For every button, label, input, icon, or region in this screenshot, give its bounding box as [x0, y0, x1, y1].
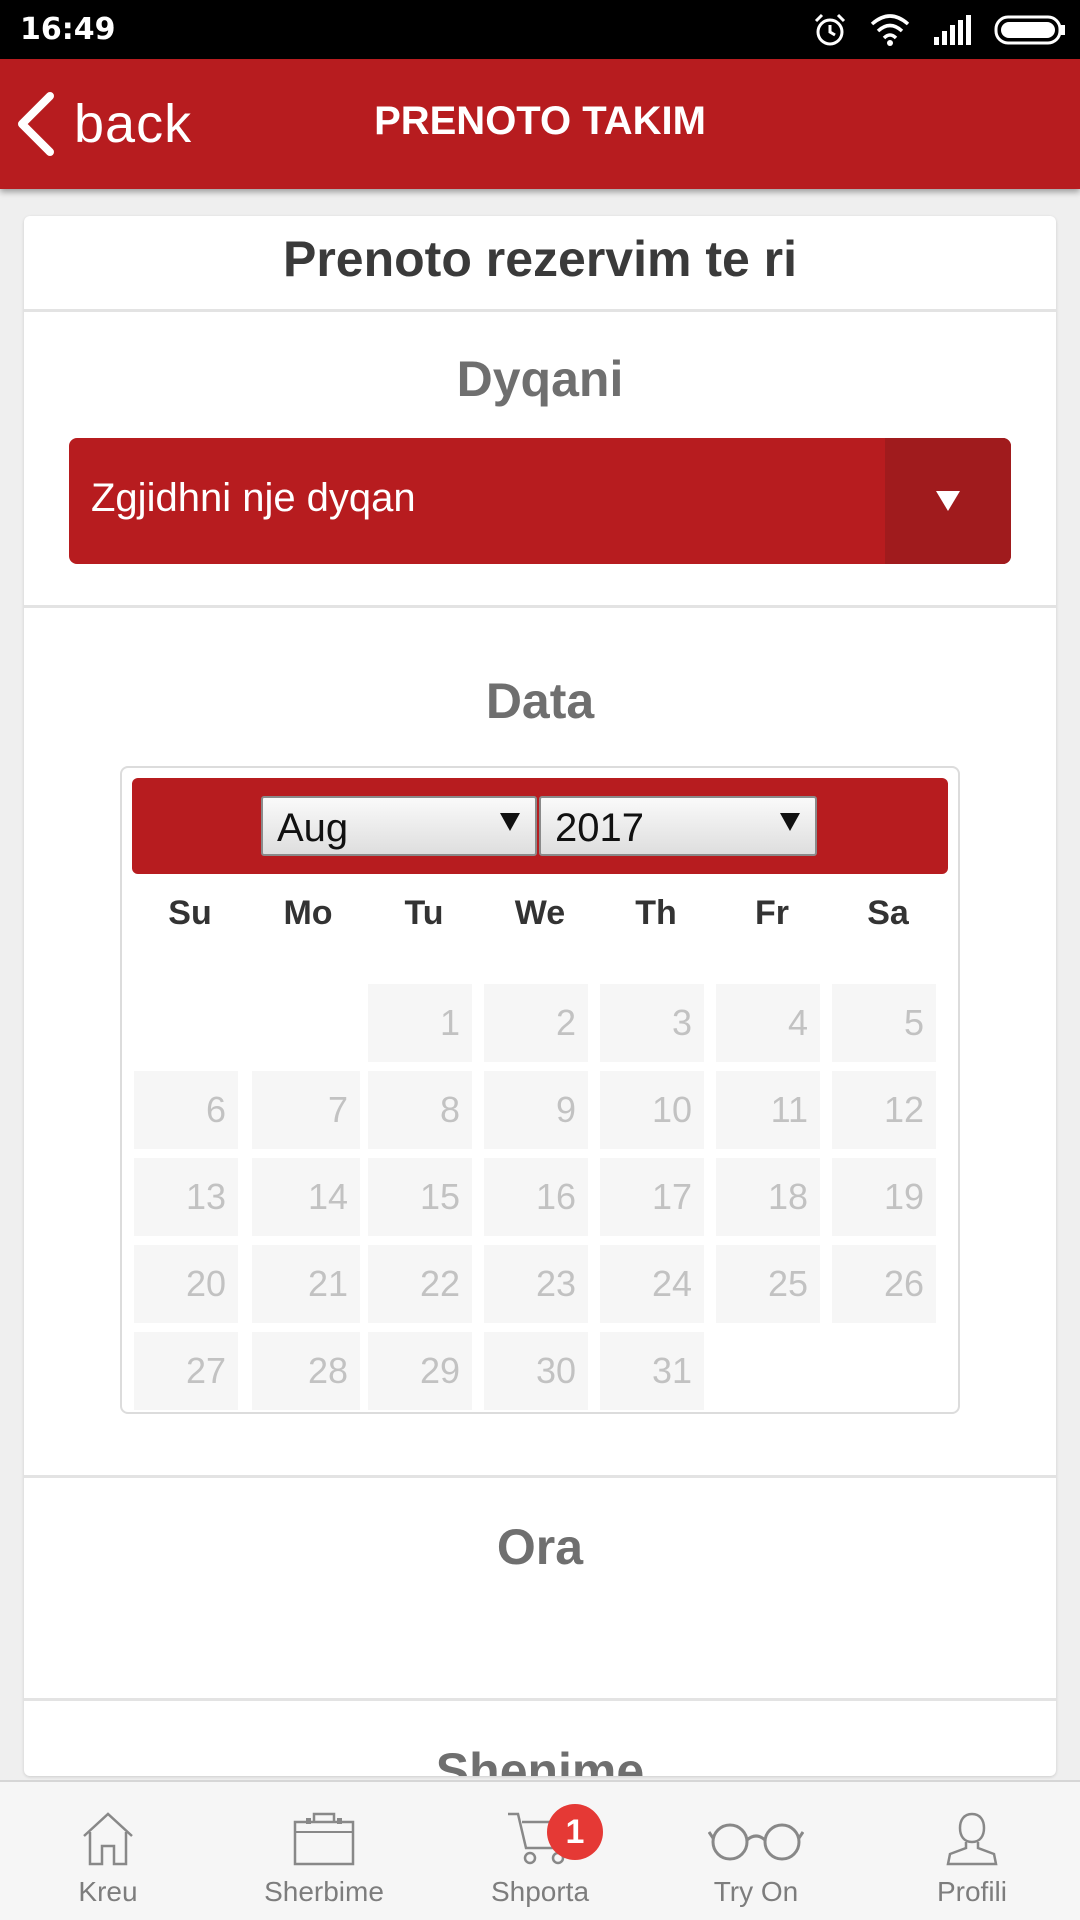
nav-item-kreu[interactable]: Kreu [0, 1782, 216, 1920]
calendar: Aug 2017 Su Mo Tu We Th Fr Sa 1234567891… [120, 766, 960, 1414]
calendar-day[interactable]: 2 [484, 984, 588, 1062]
calendar-day[interactable]: 6 [134, 1071, 238, 1149]
year-select[interactable]: 2017 [539, 796, 817, 856]
calendar-day[interactable]: 19 [832, 1158, 936, 1236]
store-dropdown[interactable]: Zgjidhni nje dyqan [69, 438, 1011, 564]
calendar-day[interactable]: 17 [600, 1158, 704, 1236]
caret-down-icon [780, 813, 800, 831]
calendar-day[interactable]: 28 [252, 1332, 360, 1410]
status-icons [812, 10, 1066, 50]
calendar-day[interactable]: 22 [368, 1245, 472, 1323]
divider [24, 605, 1056, 608]
calendar-day[interactable]: 16 [484, 1158, 588, 1236]
weekday-label: Th [635, 894, 677, 932]
calendar-day[interactable]: 23 [484, 1245, 588, 1323]
battery-icon [994, 15, 1065, 45]
calendar-day[interactable]: 1 [368, 984, 472, 1062]
nav-item-shporta[interactable]: 1 Shporta [432, 1782, 648, 1920]
app-header: back PRENOTO TAKIM [0, 59, 1080, 189]
weekday-label: Tu [404, 894, 444, 932]
nav-label: Try On [713, 1876, 799, 1907]
calendar-day[interactable]: 10 [600, 1071, 704, 1149]
weekday-row: Su Mo Tu We Th Fr Sa [132, 894, 948, 944]
calendar-day[interactable]: 8 [368, 1071, 472, 1149]
nav-item-sherbime[interactable]: Sherbime [216, 1782, 432, 1920]
weekday-label: Mo [283, 894, 333, 932]
calendar-day[interactable]: 24 [600, 1245, 704, 1323]
calendar-header: Aug 2017 [132, 778, 948, 874]
calendar-day[interactable]: 15 [368, 1158, 472, 1236]
nav-label: Kreu [78, 1876, 138, 1907]
calendar-day[interactable]: 12 [832, 1071, 936, 1149]
weekday-label: Sa [867, 894, 909, 932]
status-time: 16:49 [20, 12, 116, 47]
divider [24, 1475, 1056, 1478]
briefcase-icon [293, 1812, 355, 1866]
wifi-icon [870, 14, 910, 46]
calendar-day[interactable]: 4 [716, 984, 820, 1062]
caret-down-icon [500, 813, 520, 831]
user-icon [946, 1812, 998, 1866]
calendar-day[interactable]: 5 [832, 984, 936, 1062]
calendar-day[interactable]: 21 [252, 1245, 360, 1323]
glasses-icon [708, 1823, 804, 1861]
calendar-day[interactable]: 31 [600, 1332, 704, 1410]
weekday-label: Su [168, 894, 212, 932]
status-bar: 16:49 [0, 0, 1080, 59]
nav-label: Shporta [490, 1876, 590, 1907]
month-select[interactable]: Aug [261, 796, 537, 856]
time-section-label: Ora [496, 1519, 584, 1575]
signal-icon [934, 15, 971, 45]
calendar-day[interactable]: 7 [252, 1071, 360, 1149]
month-select-value: Aug [277, 806, 349, 850]
nav-label: Profili [936, 1876, 1007, 1907]
weekday-label: Fr [755, 894, 789, 932]
alarm-icon [814, 13, 846, 46]
divider [24, 1698, 1056, 1701]
weekday-label: We [514, 894, 566, 932]
cart-badge: 1 [547, 1804, 603, 1860]
card-title: Prenoto rezervim te ri [282, 231, 798, 287]
store-dropdown-value: Zgjidhni nje dyqan [91, 476, 416, 520]
nav-item-profili[interactable]: Profili [864, 1782, 1080, 1920]
calendar-day[interactable]: 29 [368, 1332, 472, 1410]
store-section-label: Dyqani [456, 351, 624, 407]
divider [24, 309, 1056, 312]
home-icon [83, 1812, 133, 1866]
year-select-value: 2017 [555, 806, 644, 850]
calendar-day[interactable]: 11 [716, 1071, 820, 1149]
calendar-day[interactable]: 25 [716, 1245, 820, 1323]
calendar-day[interactable]: 14 [252, 1158, 360, 1236]
page-title: PRENOTO TAKIM [374, 99, 706, 143]
date-section-label: Data [485, 673, 595, 729]
calendar-day[interactable]: 30 [484, 1332, 588, 1410]
calendar-day[interactable]: 13 [134, 1158, 238, 1236]
calendar-day[interactable]: 27 [134, 1332, 238, 1410]
store-dropdown-toggle[interactable] [885, 438, 1011, 564]
calendar-day[interactable]: 20 [134, 1245, 238, 1323]
calendar-day[interactable]: 3 [600, 984, 704, 1062]
calendar-day[interactable]: 9 [484, 1071, 588, 1149]
caret-down-icon [936, 491, 960, 511]
booking-card: Prenoto rezervim te ri Dyqani Zgjidhni n… [24, 216, 1056, 1776]
calendar-day[interactable]: 18 [716, 1158, 820, 1236]
notes-section-label: Shenime [435, 1743, 645, 1776]
bottom-nav: Kreu Sherbime 1 Shporta Try On Profili [0, 1780, 1080, 1920]
nav-item-try-on[interactable]: Try On [648, 1782, 864, 1920]
nav-label: Sherbime [264, 1876, 384, 1907]
calendar-day[interactable]: 26 [832, 1245, 936, 1323]
